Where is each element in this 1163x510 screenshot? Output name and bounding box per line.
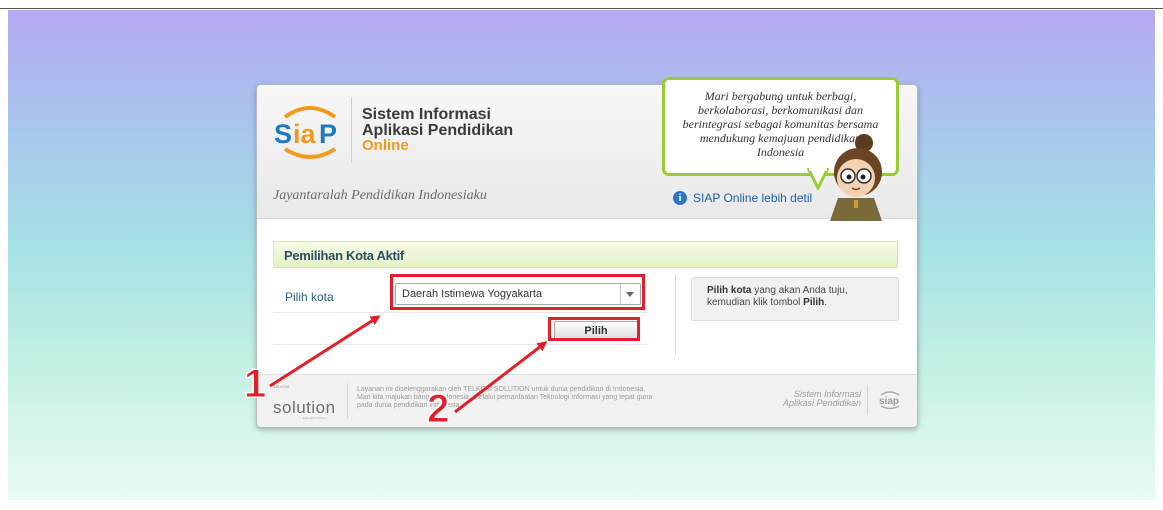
help-bold-2: Pilih — [803, 297, 825, 308]
city-label: Pilih kota — [285, 290, 334, 304]
top-edge — [0, 0, 1163, 9]
help-text-2: kemudian klik tombol — [707, 297, 804, 308]
highlight-city-select — [390, 274, 645, 310]
footer-right-line2: Aplikasi Pendidikan — [782, 398, 861, 408]
app-title-line3: Online — [362, 137, 409, 154]
svg-text:ia: ia — [293, 119, 317, 149]
detail-link-label[interactable]: SIAP Online lebih detil — [693, 191, 812, 205]
svg-text:P: P — [319, 119, 337, 149]
footer-text-line2: Mari kita majukan bangsa Indonesia, mela… — [357, 394, 653, 401]
vertical-divider — [675, 275, 676, 355]
highlight-pilih-button — [548, 317, 640, 341]
footer-text-line1: Layanan ini diselenggarakan oleh TELKOM … — [357, 386, 646, 393]
step-2-label: 2 — [426, 387, 450, 431]
footer-siap-logo: siap — [879, 391, 900, 410]
row-divider — [273, 312, 648, 313]
partner-small-label: TELKOM — [273, 384, 290, 389]
footer-text: Layanan ini diselenggarakan oleh TELKOM … — [357, 386, 697, 410]
svg-text:S: S — [274, 119, 292, 149]
footer-divider — [347, 383, 348, 419]
info-icon: i — [673, 191, 687, 205]
help-text-1: yang akan Anda tuju, — [751, 285, 848, 296]
help-bold-1: Pilih kota — [707, 285, 752, 296]
logo-divider — [351, 97, 352, 163]
detail-link[interactable]: i SIAP Online lebih detil — [673, 191, 812, 205]
siap-logo: S ia P — [274, 106, 337, 159]
partner-name: solution — [273, 398, 336, 417]
svg-text:siap: siap — [879, 396, 899, 407]
section-header: Pemilihan Kota Aktif — [273, 241, 898, 268]
mascot-character — [830, 134, 882, 221]
card-footer: TELKOM solution Education Partner Layana… — [257, 374, 917, 427]
step-1-label: 1 — [243, 362, 267, 406]
telkom-solution-logo: TELKOM solution Education Partner — [273, 384, 343, 420]
row-divider — [273, 344, 648, 345]
tagline: Jayantaralah Pendidikan Indonesiaku — [273, 188, 487, 203]
footer-divider — [867, 385, 868, 415]
help-box: Pilih kota yang akan Anda tuju, kemudian… — [691, 277, 899, 321]
section-title: Pemilihan Kota Aktif — [284, 248, 404, 263]
partner-tagline: Education Partner — [303, 416, 328, 420]
help-text-3: . — [824, 297, 828, 308]
footer-text-line3: pada dunia pendidikan indonesia. — [357, 402, 462, 409]
